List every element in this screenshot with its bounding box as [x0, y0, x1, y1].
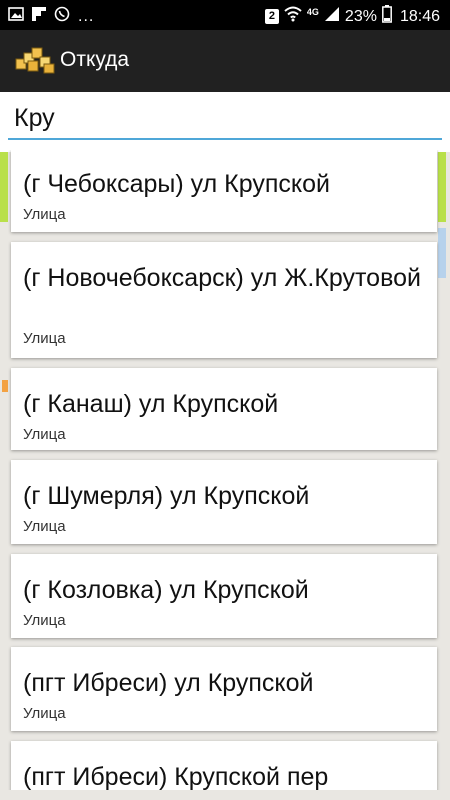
suggestion-item[interactable]: (г Козловка) ул Крупской Улица [11, 554, 437, 638]
suggestion-type: Улица [23, 330, 66, 347]
suggestion-item[interactable]: (г Чебоксары) ул Крупской Улица [11, 150, 437, 232]
address-search-input[interactable]: Кру [14, 104, 55, 133]
signal-strength-icon [324, 6, 340, 27]
network-type-label: 4G [306, 6, 319, 17]
viber-notification-icon [54, 6, 70, 27]
search-field-container: Кру [0, 92, 450, 152]
suggestion-item[interactable]: (г Шумерля) ул Крупской Улица [11, 460, 437, 544]
suggestion-type: Улица [23, 426, 66, 443]
suggestion-type: Улица [23, 612, 66, 629]
flipboard-notification-icon [32, 7, 46, 26]
image-notification-icon [8, 7, 24, 26]
suggestion-title: (г Козловка) ул Крупской [23, 576, 309, 604]
wifi-icon [284, 6, 302, 27]
input-underline [8, 138, 442, 140]
map-highlight-left [0, 152, 8, 222]
suggestion-list: (г Чебоксары) ул Крупской Улица (г Новоч… [8, 150, 442, 790]
page-title: Откуда [60, 48, 130, 71]
suggestion-type: Улица [23, 518, 66, 535]
suggestion-type: Улица [23, 705, 66, 722]
suggestion-title: (пгт Ибреси) ул Крупской [23, 669, 314, 697]
suggestion-title: (г Канаш) ул Крупской [23, 390, 279, 418]
status-bar: ... 2 4G 23% 18:46 [0, 0, 450, 30]
suggestion-title: (г Шумерля) ул Крупской [23, 482, 310, 510]
suggestion-item[interactable]: (г Канаш) ул Крупской Улица [11, 368, 437, 450]
suggestion-item[interactable]: (пгт Ибреси) Крупской пер [11, 741, 437, 790]
suggestion-type: Улица [23, 206, 66, 223]
more-notifications-indicator: ... [78, 7, 95, 25]
clock: 18:46 [399, 7, 440, 25]
suggestion-title: (пгт Ибреси) Крупской пер [23, 763, 329, 790]
taxi-logo-icon[interactable] [14, 45, 58, 80]
notification-count-badge: 2 [264, 9, 279, 24]
suggestion-item[interactable]: (г Новочебоксарск) ул Ж.Крутовой Улица [11, 242, 437, 358]
battery-icon [382, 5, 392, 28]
suggestion-title: (г Чебоксары) ул Крупской [23, 170, 330, 198]
suggestion-title: (г Новочебоксарск) ул Ж.Крутовой [23, 264, 421, 292]
suggestion-item[interactable]: (пгт Ибреси) ул Крупской Улица [11, 647, 437, 731]
battery-percentage: 23% [344, 7, 377, 25]
app-bar: Откуда [0, 30, 450, 92]
